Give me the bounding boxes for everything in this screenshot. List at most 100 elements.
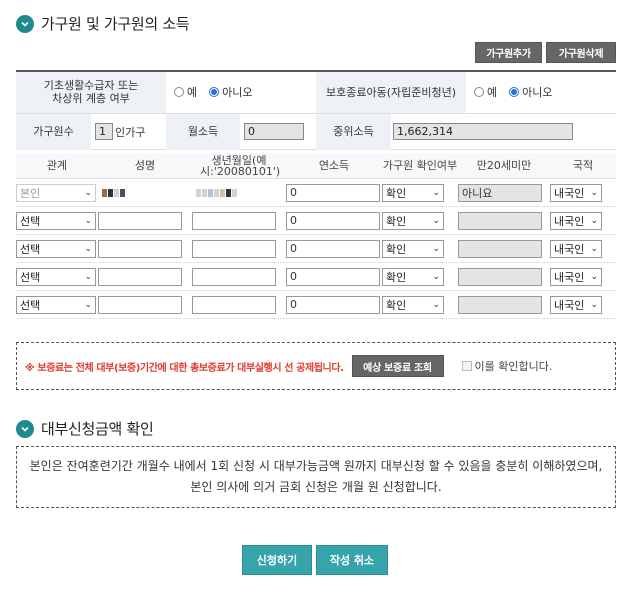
chevron-down-icon: ⌄	[84, 243, 92, 254]
section-title-text: 대부신청금액 확인	[41, 420, 154, 438]
nationality-select[interactable]: 내국인 ⌄	[550, 183, 602, 202]
median-income-cell: 1,662,314	[391, 123, 616, 140]
table-row: 선택 ⌄ 0 확인 ⌄ 내국인 ⌄	[16, 291, 616, 319]
section-title-household: 가구원 및 가구원의 소득	[16, 13, 190, 34]
relation-select[interactable]: 선택 ⌄	[16, 211, 96, 230]
nationality-select[interactable]: 내국인 ⌄	[550, 295, 602, 314]
chevron-down-icon: ⌄	[432, 299, 440, 310]
under20-field	[458, 239, 542, 258]
radio-label: 아니오	[222, 86, 253, 100]
chevron-down-icon: ⌄	[432, 271, 440, 282]
name-input[interactable]	[98, 295, 182, 314]
chevron-down-icon: ⌄	[590, 271, 598, 282]
confirm-select[interactable]: 확인 ⌄	[382, 295, 444, 314]
nationality-select[interactable]: 내국인 ⌄	[550, 239, 602, 258]
name-input[interactable]	[98, 239, 182, 258]
annual-income-input[interactable]: 0	[286, 239, 380, 258]
annual-income-input[interactable]: 0	[286, 295, 380, 314]
birthdate-input[interactable]	[192, 239, 276, 258]
header-name: 성명	[134, 159, 156, 172]
page-title: 가구원 및 가구원의 소득	[41, 15, 190, 33]
radio-off-icon	[174, 87, 184, 98]
radio-label: 예	[187, 86, 198, 100]
header-confirm: 가구원 확인여부	[382, 159, 458, 172]
header-income: 연소득	[318, 159, 350, 172]
median-income-field: 1,662,314	[393, 123, 573, 140]
protect-no-radio[interactable]: 아니오	[509, 84, 553, 100]
nationality-select[interactable]: 내국인 ⌄	[550, 267, 602, 286]
income-summary-row: 가구원수 1 인가구 월소득 0 중위소득 1,662,314	[16, 113, 616, 150]
confirm-select[interactable]: 확인 ⌄	[382, 239, 444, 258]
under20-field	[458, 267, 542, 286]
household-count-field: 1	[95, 123, 113, 140]
protection-end-label: 보호종료아동(자립준비청년)	[316, 71, 466, 114]
guarantee-notice-text: ※ 보증료는 전체 대부(보증)기간에 대한 총보증료가 대부실행시 선 공제됩…	[25, 362, 344, 374]
chevron-down-icon: ⌄	[590, 215, 598, 226]
header-under20: 만20세미만	[476, 159, 532, 172]
household-info-table: 기초생활수급자 또는 차상위 계층 여부 예 아니오 보호종료아동(자립준비청년…	[16, 70, 616, 114]
table-row: 본인 ⌄ 0 확인 ⌄ 아니요 내국인 ⌄	[16, 179, 616, 207]
annual-income-input[interactable]: 0	[286, 211, 380, 230]
members-header-row: 관계 성명 생년월일(예시:'20080101') 연소득 가구원 확인여부 만…	[16, 153, 616, 179]
chevron-down-icon[interactable]	[16, 419, 34, 438]
household-count-label: 가구원수	[16, 113, 91, 150]
chevron-down-icon: ⌄	[590, 187, 598, 198]
chevron-down-icon: ⌄	[84, 215, 92, 226]
household-count-cell: 1 인가구	[91, 123, 166, 140]
protection-end-radio-group: 예 아니오	[466, 71, 616, 114]
household-members-table: 관계 성명 생년월일(예시:'20080101') 연소득 가구원 확인여부 만…	[16, 153, 616, 319]
basic-yes-radio[interactable]: 예	[174, 84, 197, 100]
guarantee-notice-box: ※ 보증료는 전체 대부(보증)기간에 대한 총보증료가 대부실행시 선 공제됩…	[16, 342, 616, 390]
confirm-select[interactable]: 확인 ⌄	[382, 267, 444, 286]
table-row: 선택 ⌄ 0 확인 ⌄ 내국인 ⌄	[16, 207, 616, 235]
nationality-select[interactable]: 내국인 ⌄	[550, 211, 602, 230]
median-income-label: 중위소득	[316, 113, 391, 150]
basic-no-radio[interactable]: 아니오	[209, 84, 253, 100]
radio-on-icon	[209, 87, 220, 98]
relation-select[interactable]: 선택 ⌄	[16, 267, 96, 286]
chevron-down-icon: ⌄	[84, 271, 92, 282]
confirm-checkbox-label: 이를 확인합니다.	[474, 360, 553, 373]
application-statement: 본인은 잔여훈련기간 개월수 내에서 1회 신청 시 대부가능금액 원까지 대부…	[16, 446, 616, 508]
relation-select[interactable]: 본인 ⌄	[16, 183, 96, 202]
add-member-button[interactable]: 가구원추가	[475, 42, 542, 63]
checkbox-icon	[461, 361, 472, 371]
birthdate-input[interactable]	[192, 295, 276, 314]
annual-income-input[interactable]: 0	[286, 183, 380, 202]
basic-livelihood-radio-group: 예 아니오	[166, 71, 316, 114]
protect-yes-radio[interactable]: 예	[474, 84, 497, 100]
chevron-down-icon: ⌄	[590, 299, 598, 310]
monthly-income-field: 0	[244, 123, 304, 140]
annual-income-input[interactable]: 0	[286, 267, 380, 286]
cancel-button[interactable]: 작성 취소	[316, 545, 388, 575]
header-nationality: 국적	[572, 159, 594, 172]
birthdate-input[interactable]	[192, 211, 276, 230]
under20-field	[458, 295, 542, 314]
name-input[interactable]	[98, 211, 182, 230]
radio-label: 예	[487, 86, 498, 100]
chevron-down-icon: ⌄	[84, 299, 92, 310]
birthdate-input[interactable]	[192, 267, 276, 286]
radio-on-icon	[509, 87, 520, 98]
birthdate-blurred	[192, 188, 286, 197]
confirm-select[interactable]: 확인 ⌄	[382, 211, 444, 230]
relation-select[interactable]: 선택 ⌄	[16, 295, 96, 314]
section-title-loan: 대부신청금액 확인	[16, 418, 154, 439]
confirm-checkbox[interactable]: 이를 확인합니다.	[461, 358, 553, 374]
relation-select[interactable]: 선택 ⌄	[16, 239, 96, 258]
submit-button[interactable]: 신청하기	[242, 545, 312, 575]
delete-member-button[interactable]: 가구원삭제	[546, 42, 616, 63]
header-relation: 관계	[46, 159, 68, 172]
radio-label: 아니오	[522, 86, 553, 100]
chevron-down-icon: ⌄	[84, 187, 92, 198]
estimate-fee-button[interactable]: 예상 보증료 조회	[351, 355, 444, 377]
monthly-income-cell: 0	[240, 123, 316, 140]
chevron-down-icon: ⌄	[432, 187, 440, 198]
under20-field	[458, 211, 542, 230]
header-birthdate: 생년월일(예시:'20080101')	[200, 153, 281, 178]
name-input[interactable]	[98, 267, 182, 286]
name-blurred	[98, 188, 192, 197]
table-row: 선택 ⌄ 0 확인 ⌄ 내국인 ⌄	[16, 263, 616, 291]
chevron-down-icon[interactable]	[16, 14, 34, 33]
confirm-select[interactable]: 확인 ⌄	[382, 183, 444, 202]
